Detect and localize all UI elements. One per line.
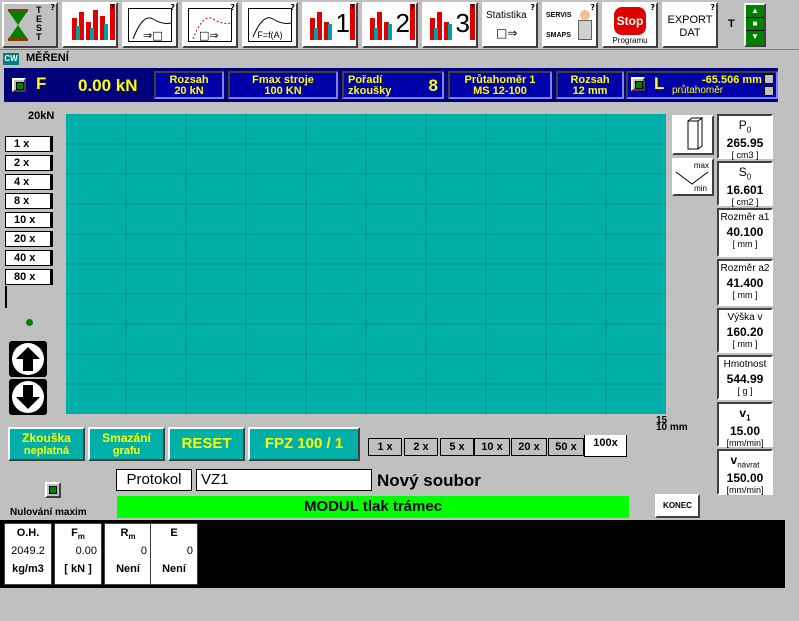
smazani-grafu-button[interactable]: Smazání grafu xyxy=(88,427,165,461)
y-zoom-20[interactable]: 20 x xyxy=(5,231,53,247)
status-bar: F 0.00 kN Rozsah 20 kN Fmax stroje 100 K… xyxy=(4,68,778,102)
curve-to-box-button[interactable]: ⇒□ ? xyxy=(122,2,178,48)
prutahomer-box: Průtahoměr 1 MS 12-100 xyxy=(448,71,552,99)
length-pin-icon[interactable] xyxy=(764,74,774,84)
results-1-button[interactable]: 1 ? xyxy=(302,2,358,48)
x-zoom-100[interactable]: 100x xyxy=(584,435,627,457)
force-checkbox[interactable] xyxy=(12,78,26,92)
curve-box-icon: ⇒□ xyxy=(128,8,172,42)
length-checkbox[interactable] xyxy=(631,77,645,91)
svg-text:□⇒: □⇒ xyxy=(199,29,219,42)
stop-program-button[interactable]: Stop Programu ? xyxy=(602,2,658,48)
results-3-button[interactable]: 3 ? xyxy=(422,2,478,48)
y-zoom-4[interactable]: 4 x xyxy=(5,174,53,190)
status-led xyxy=(26,319,33,326)
window-title-bar: CW MĚŘENÍ xyxy=(0,51,799,67)
test-label: TEST xyxy=(36,5,43,42)
konec-button[interactable]: KONEC xyxy=(655,494,700,518)
param-vyska[interactable]: Výška v 160.20 [ mm ] xyxy=(717,308,773,353)
y-zoom-10[interactable]: 10 x xyxy=(5,212,53,228)
result-rm: Rm 0 Není xyxy=(104,523,152,585)
maxmin-button[interactable]: max min xyxy=(672,158,714,196)
results-panel: O.H. 2049.2 kg/m3 Fm 0.00 [ kN ] Rm 0 Ne… xyxy=(0,520,785,588)
param-rozmer-a2[interactable]: Rozměr a2 41.400 [ mm ] xyxy=(717,259,773,306)
x-zoom-10[interactable]: 10 x xyxy=(474,438,510,456)
file-status: Nový soubor xyxy=(377,471,481,490)
rozsah-force-box: Rozsah 20 kN xyxy=(154,71,224,99)
x-zoom-2[interactable]: 2 x xyxy=(404,438,438,456)
param-rozmer-a1[interactable]: Rozměr a1 40.100 [ mm ] xyxy=(717,208,773,257)
param-v1[interactable]: v1 15.00 [mm/min] xyxy=(717,402,773,448)
y-zoom-1[interactable]: 1 x xyxy=(5,136,53,152)
hourglass-icon xyxy=(8,9,28,43)
stop-sign-icon: Stop xyxy=(614,7,646,35)
param-po[interactable]: P0 265.95 [ cm3 ] xyxy=(717,114,773,160)
zkouska-neplatna-button[interactable]: Zkouška neplatná xyxy=(8,427,85,461)
x-zoom-20[interactable]: 20 x xyxy=(511,438,547,456)
protokol-input[interactable]: VZ1 xyxy=(196,469,372,491)
force-value: 0.00 kN xyxy=(78,76,138,95)
scroll-up-button[interactable] xyxy=(9,341,47,377)
poradi-box: Pořadí zkoušky 8 xyxy=(342,71,444,99)
x-zoom-5[interactable]: 5 x xyxy=(440,438,474,456)
modul-banner: MODUL tlak trámec xyxy=(117,496,629,518)
y-zoom-8[interactable]: 8 x xyxy=(5,193,53,209)
protokol-label: Protokol xyxy=(116,469,192,491)
param-hmotnost[interactable]: Hmotnost 544.99 [ g ] xyxy=(717,355,773,400)
graph-grid xyxy=(66,114,666,414)
export-dat-button[interactable]: EXPORT DAT ? xyxy=(662,2,718,48)
result-oh: O.H. 2049.2 kg/m3 xyxy=(4,523,52,585)
scroll-down-icon[interactable]: ▼ xyxy=(746,31,764,43)
curve-dotted-button[interactable]: □⇒ ? xyxy=(182,2,238,48)
force-letter: F xyxy=(36,74,47,93)
side-arrows: ▲ ■ ▼ xyxy=(744,3,766,47)
graph-area[interactable] xyxy=(66,114,666,414)
window-title: MĚŘENÍ xyxy=(26,52,69,64)
svg-text:⇒□: ⇒□ xyxy=(143,29,163,42)
servis-button[interactable]: SERVIS SMAPS ? xyxy=(542,2,598,48)
specimen-prism-icon xyxy=(687,117,704,150)
nulovani-label: Nulování maxim xyxy=(10,507,87,518)
scroll-down-button[interactable] xyxy=(9,379,47,415)
app-icon: CW xyxy=(3,53,19,65)
x-zoom-50[interactable]: 50 x xyxy=(548,438,584,456)
fpz-button[interactable]: FPZ 100 / 1 xyxy=(248,427,360,461)
curve-f-of-a-button[interactable]: F=f(A) ? xyxy=(242,2,298,48)
zoom-tab-divider xyxy=(5,286,7,308)
scroll-mid-icon[interactable]: ■ xyxy=(746,18,764,31)
specimen-3d-button[interactable] xyxy=(672,115,714,155)
test-button[interactable]: TEST ? xyxy=(2,2,58,48)
rozsah-length-box: Rozsah 12 mm xyxy=(556,71,624,99)
result-e: E 0 Není xyxy=(150,523,198,585)
length-box: L -65.506 mm průtahoměr xyxy=(626,71,778,99)
nulovani-checkbox[interactable] xyxy=(45,482,61,498)
results-2-button[interactable]: 2 ? xyxy=(362,2,418,48)
fmax-box: Fmax stroje 100 KN xyxy=(228,71,338,99)
graph-overview-button[interactable]: ? xyxy=(62,2,118,48)
arrow-box-icon: □⇒ xyxy=(496,26,518,40)
statistika-button[interactable]: Statistika □⇒ ? xyxy=(482,2,538,48)
result-fm: Fm 0.00 [ kN ] xyxy=(54,523,102,585)
y-zoom-40[interactable]: 40 x xyxy=(5,250,53,266)
curve-dotted-icon: □⇒ xyxy=(188,8,232,42)
curve-function-icon: F=f(A) xyxy=(248,8,292,42)
x-zoom-1[interactable]: 1 x xyxy=(368,438,402,456)
x-max-label: 10 mm xyxy=(656,422,688,433)
y-max-label: 20kN xyxy=(28,110,55,122)
param-vnavrat[interactable]: vnávrat 150.00 [mm/min] xyxy=(717,449,773,495)
param-so[interactable]: S0 16.601 [ cm2 ] xyxy=(717,161,773,207)
t-label: T xyxy=(728,18,735,30)
toolbar: TEST ? ? ⇒□ ? □⇒ ? F=f(A) ? 1 ? 2 ? 3 ? … xyxy=(0,0,799,50)
technician-icon xyxy=(578,10,592,42)
length-pin2-icon[interactable] xyxy=(764,86,774,96)
y-zoom-80[interactable]: 80 x xyxy=(5,269,53,285)
y-zoom-2[interactable]: 2 x xyxy=(5,155,53,171)
reset-button[interactable]: RESET xyxy=(168,427,245,461)
scroll-up-icon[interactable]: ▲ xyxy=(746,5,764,18)
